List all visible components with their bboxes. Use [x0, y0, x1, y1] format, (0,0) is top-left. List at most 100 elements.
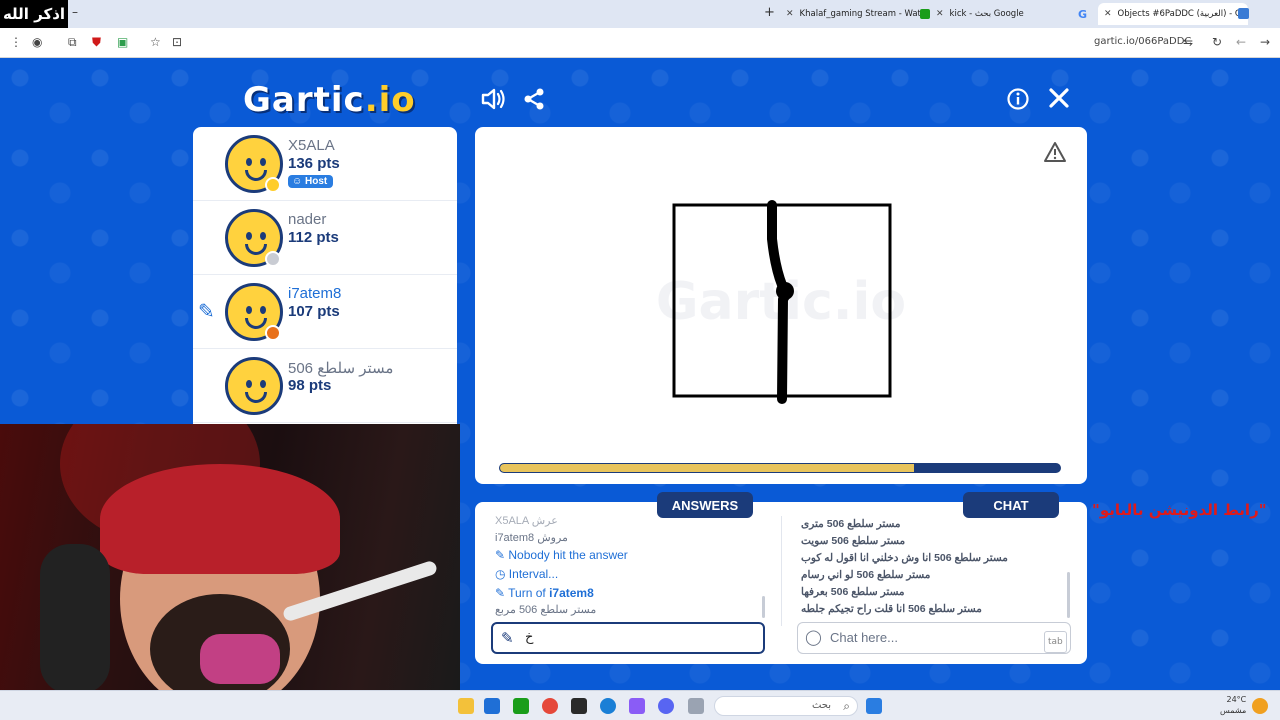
mail-icon[interactable] — [484, 698, 500, 714]
close-icon[interactable]: ✕ — [936, 9, 944, 19]
weather-desc: مشمس — [1220, 706, 1247, 715]
answers-scrollbar[interactable] — [762, 596, 765, 618]
notes-icon[interactable] — [688, 698, 704, 714]
shield-icon[interactable]: ⛊ — [92, 35, 101, 50]
edge-icon[interactable] — [600, 698, 616, 714]
tab-chat[interactable]: CHAT — [963, 492, 1059, 518]
address-bar[interactable]: gartic.io/066PaDDC — [1094, 36, 1191, 47]
host-badge-label: Host — [305, 176, 328, 187]
tab-gartic[interactable]: ✕ Objects #6PaDDC (العربية) - Ga — [1098, 3, 1248, 25]
streamer-webcam — [0, 424, 460, 690]
google-favicon: G — [1078, 7, 1088, 21]
copilot-icon[interactable] — [629, 698, 645, 714]
chat-message: مستر سلطع 506 مترى — [801, 518, 901, 530]
tab-key-hint: tab — [1044, 631, 1067, 653]
extensions-icon[interactable]: ⧉ — [68, 35, 77, 50]
menu-icon[interactable]: ⋮ — [10, 35, 22, 49]
drawn-knob — [776, 282, 794, 300]
chat-scrollbar[interactable] — [1067, 572, 1070, 618]
chat-message: مستر سلطع 506 انا وش دخلني انا اقول له ك… — [801, 552, 1008, 564]
close-icon[interactable]: ✕ — [786, 9, 794, 19]
status-dot — [265, 177, 281, 193]
tab-khalaf[interactable]: ✕ Khalaf_gaming Stream - Watch — [786, 3, 926, 25]
minimize-icon[interactable]: – — [72, 5, 78, 19]
stream-overlay-dhikr: اذكر الله — [0, 0, 68, 28]
install-icon[interactable]: ⊡ — [172, 35, 182, 49]
timer-fill — [500, 464, 915, 472]
tab-answers[interactable]: ANSWERS — [657, 492, 753, 518]
close-icon[interactable] — [1048, 87, 1070, 115]
answer-player-name: i7atem8 — [549, 586, 594, 600]
player-points: 107 pts — [288, 303, 340, 320]
player-points: 136 pts — [288, 155, 340, 172]
answers-chat-panel: X5ALA عرش i7atem8 مروش ✎ Nobody hit the … — [475, 502, 1087, 664]
chat-message: مستر سلطع 506 انا قلت راح تجيكم جلطه — [801, 603, 982, 615]
site-settings-icon[interactable]: ⇋ — [1183, 35, 1193, 49]
xbox-icon[interactable] — [513, 698, 529, 714]
extension-badge-icon[interactable]: ▣ — [117, 35, 128, 49]
taskbar-search[interactable]: بحث ⌕ — [714, 696, 858, 716]
discord-icon[interactable] — [658, 698, 674, 714]
star-icon[interactable]: ☆ — [150, 35, 161, 49]
avatar — [225, 357, 283, 415]
epic-games-icon[interactable] — [571, 698, 587, 714]
chat-message: مستر سلطع 506 بعرفها — [801, 586, 905, 598]
chat-message: مستر سلطع 506 لو اني رسام — [801, 569, 931, 581]
pencil-icon: ✎ — [501, 629, 514, 647]
player-name: مستر سلطع 506 — [288, 360, 394, 377]
share-icon[interactable] — [522, 87, 546, 117]
player-name: X5ALA — [288, 137, 335, 154]
tab-title: kick - بحث Google — [949, 9, 1024, 19]
webcam-headwear — [100, 464, 340, 574]
player-row: X5ALA 136 pts ☺ Host — [193, 127, 457, 201]
answer-input[interactable]: ✎ خ — [491, 622, 765, 654]
info-icon[interactable] — [1007, 88, 1029, 116]
answer-message: i7atem8 مروش — [495, 532, 568, 544]
player-row: ✎ i7atem8 107 pts — [193, 275, 457, 349]
player-name: nader — [288, 211, 327, 228]
browser-toolbar: ⋮ ◉ ⧉ ⛊ ▣ ☆ ⊡ gartic.io/066PaDDC ⇋ ↻ ← → — [0, 28, 1280, 58]
chrome-icon[interactable] — [542, 698, 558, 714]
weather-widget[interactable]: 24°C مشمس — [1220, 694, 1246, 716]
sound-icon[interactable] — [480, 87, 506, 117]
drawing-canvas[interactable]: Gartic.io — [475, 127, 1087, 484]
answer-message: X5ALA عرش — [495, 515, 558, 527]
tab-google[interactable]: ✕ kick - بحث Google — [920, 3, 1070, 25]
windows-start-icon[interactable] — [866, 698, 882, 714]
player-points: 98 pts — [288, 377, 332, 394]
webcam-mic-light — [200, 634, 280, 684]
answer-message: ✎ Turn of i7atem8 — [495, 586, 594, 600]
back-icon[interactable]: → — [1260, 35, 1270, 49]
search-icon: ⌕ — [843, 699, 850, 713]
player-row: nader 112 pts — [193, 201, 457, 275]
close-icon[interactable]: ✕ — [1104, 9, 1112, 19]
file-explorer-icon[interactable] — [458, 698, 474, 714]
answer-message: مستر سلطع 506 مربع — [495, 604, 597, 616]
gartic-favicon — [1238, 8, 1249, 19]
tab-title: Objects #6PaDDC (العربية) - Ga — [1117, 9, 1247, 19]
logo-suffix: .io — [364, 80, 416, 120]
answer-input-value: خ — [525, 630, 534, 645]
search-text: بحث — [811, 700, 831, 711]
drawing-strokes: Gartic.io — [656, 200, 906, 404]
status-dot — [265, 251, 281, 267]
chat-input[interactable]: ◯ Chat here... tab — [797, 622, 1071, 654]
answer-message: ◷ Interval... — [495, 567, 559, 581]
new-tab-button[interactable]: + — [764, 5, 775, 20]
player-row: مستر سلطع 506 98 pts — [193, 349, 457, 423]
chat-placeholder: Chat here... — [830, 630, 898, 645]
browser-tab-bar: اذكر الله – + ✕ Khalaf_gaming Stream - W… — [0, 0, 1280, 28]
weather-temp: 24°C — [1226, 695, 1247, 704]
panel-divider — [781, 516, 782, 626]
webcam-headphones — [40, 544, 110, 690]
tab-title: Khalaf_gaming Stream - Watch — [799, 9, 926, 19]
gartic-logo: Gartic.io — [243, 80, 416, 120]
kick-icon — [920, 9, 930, 19]
sun-icon — [1252, 698, 1268, 714]
profile-icon[interactable]: ◉ — [32, 35, 42, 49]
reload-icon[interactable]: ↻ — [1212, 35, 1222, 49]
forward-icon[interactable]: ← — [1236, 35, 1246, 49]
player-name: i7atem8 — [288, 285, 342, 302]
status-dot — [265, 325, 281, 341]
answer-message: ✎ Nobody hit the answer — [495, 548, 628, 562]
